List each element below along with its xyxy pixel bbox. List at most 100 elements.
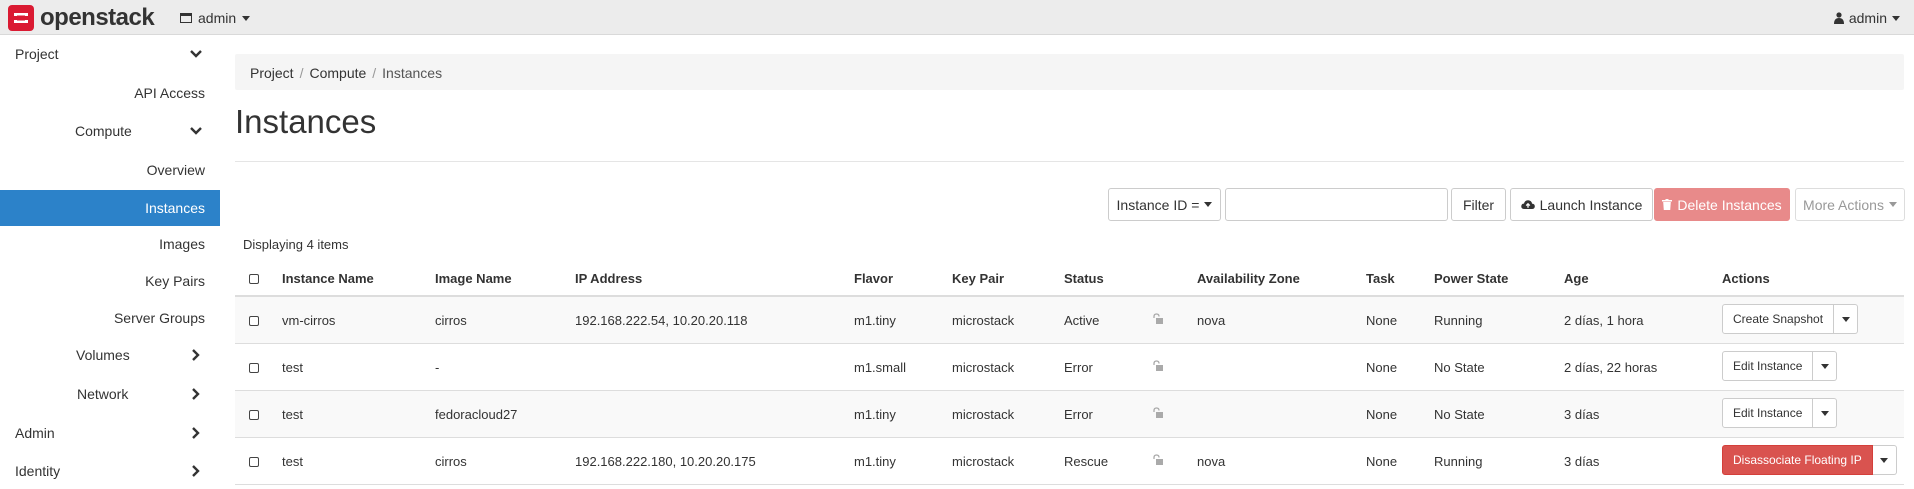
age: 2 días, 22 horas [1564, 360, 1658, 375]
key-pair: microstack [952, 360, 1015, 375]
row-checkbox[interactable] [249, 457, 259, 467]
image-name: - [435, 360, 440, 375]
chevron-down-icon [1820, 363, 1829, 369]
header-age[interactable]: Age [1564, 271, 1589, 286]
unlock-icon [1153, 454, 1163, 465]
chevron-right-icon [192, 465, 200, 477]
header-key-pair[interactable]: Key Pair [952, 271, 1004, 286]
header-flavor[interactable]: Flavor [854, 271, 893, 286]
sidebar-item-identity[interactable]: Identity [0, 453, 220, 489]
table-row: test - m1.small microstack Error None No… [235, 344, 1904, 391]
task: None [1366, 407, 1398, 422]
header-ip-address[interactable]: IP Address [575, 271, 642, 286]
delete-instances-button[interactable]: Delete Instances [1654, 188, 1790, 221]
sidebar-item-key-pairs[interactable]: Key Pairs [0, 263, 220, 299]
unlock-icon [1153, 407, 1163, 418]
instance-name-link[interactable]: vm-cirros [282, 313, 335, 328]
brand-name: openstack [40, 4, 155, 31]
row-actions: Create Snapshot [1722, 304, 1859, 334]
launch-instance-button[interactable]: Launch Instance [1510, 188, 1653, 221]
chevron-down-icon [1880, 457, 1889, 463]
page-title: Instances [235, 103, 377, 140]
sidebar-item-label: Images [159, 236, 205, 252]
actions-dropdown-toggle[interactable] [1834, 304, 1859, 334]
actions-dropdown-toggle[interactable] [1872, 445, 1897, 475]
sidebar-item-label: API Access [134, 85, 205, 101]
row-checkbox[interactable] [249, 316, 259, 326]
edit-instance-button[interactable]: Edit Instance [1722, 351, 1814, 381]
sidebar-item-label: Compute [75, 123, 132, 139]
ip-address: 192.168.222.180, 10.20.20.175 [575, 454, 756, 469]
instance-name-link[interactable]: test [282, 360, 303, 375]
openstack-logo-icon [8, 5, 34, 31]
breadcrumb-compute[interactable]: Compute [309, 65, 366, 81]
availability-zone: nova [1197, 313, 1226, 328]
header-power-state[interactable]: Power State [1434, 271, 1508, 286]
header-instance-name[interactable]: Instance Name [282, 271, 374, 286]
status: Error [1064, 360, 1093, 375]
user-dropdown[interactable]: admin [1833, 10, 1900, 26]
sidebar-item-admin[interactable]: Admin [0, 415, 220, 451]
project-dropdown[interactable]: admin [180, 10, 251, 26]
breadcrumb-project[interactable]: Project [250, 65, 294, 81]
cloud-upload-icon [1520, 200, 1535, 209]
sidebar-item-label: Network [77, 386, 129, 402]
instance-name-link[interactable]: test [282, 407, 303, 422]
flavor-link[interactable]: m1.small [854, 360, 906, 375]
select-all-checkbox[interactable] [249, 274, 259, 284]
actions-dropdown-toggle[interactable] [1813, 351, 1838, 381]
sidebar-item-network[interactable]: Network [0, 376, 220, 412]
row-checkbox[interactable] [249, 410, 259, 420]
image-name: fedoracloud27 [435, 407, 518, 422]
sidebar-item-compute[interactable]: Compute [0, 113, 220, 149]
header-availability-zone[interactable]: Availability Zone [1197, 271, 1300, 286]
user-icon [1833, 12, 1844, 24]
row-checkbox[interactable] [249, 363, 259, 373]
sidebar-item-server-groups[interactable]: Server Groups [0, 300, 220, 336]
trash-icon [1662, 199, 1673, 210]
top-navbar: openstack admin admin [0, 0, 1914, 35]
filter-button-label: Filter [1462, 196, 1495, 213]
key-pair: microstack [952, 407, 1015, 422]
status: Error [1064, 407, 1093, 422]
filter-button[interactable]: Filter [1451, 188, 1506, 221]
disassociate-floating-ip-button[interactable]: Disassociate Floating IP [1722, 445, 1873, 475]
sidebar-item-images[interactable]: Images [0, 226, 220, 262]
flavor-link[interactable]: m1.tiny [854, 407, 896, 422]
sidebar-item-instances[interactable]: Instances [0, 190, 220, 226]
table-row: vm-cirros cirros 192.168.222.54, 10.20.2… [235, 297, 1904, 344]
power-state: No State [1434, 407, 1485, 422]
chevron-down-icon [1892, 15, 1900, 21]
more-actions-button[interactable]: More Actions [1795, 188, 1905, 221]
unlock-icon [1153, 360, 1163, 371]
sidebar-item-api-access[interactable]: API Access [0, 75, 220, 111]
sidebar-item-volumes[interactable]: Volumes [0, 337, 220, 373]
sidebar-item-overview[interactable]: Overview [0, 152, 220, 188]
filter-field-label: Instance ID = [1116, 196, 1200, 213]
header-task[interactable]: Task [1366, 271, 1395, 286]
brand-logo[interactable]: openstack [8, 4, 155, 31]
row-actions: Disassociate Floating IP [1722, 445, 1897, 475]
flavor-link[interactable]: m1.tiny [854, 454, 896, 469]
status: Rescue [1064, 454, 1109, 469]
instance-name-link[interactable]: test [282, 454, 303, 469]
sidebar-item-label: Identity [15, 463, 61, 479]
sidebar-item-project[interactable]: Project [0, 36, 220, 72]
sidebar-item-label: Key Pairs [145, 273, 205, 289]
sidebar-item-label: Overview [146, 162, 205, 178]
create-snapshot-button[interactable]: Create Snapshot [1722, 304, 1835, 334]
unlock-icon [1153, 313, 1163, 324]
filter-field-dropdown[interactable]: Instance ID = [1108, 188, 1221, 221]
project-icon [180, 13, 192, 23]
power-state: Running [1434, 313, 1483, 328]
chevron-down-icon [242, 15, 251, 21]
header-status[interactable]: Status [1064, 271, 1104, 286]
actions-dropdown-toggle[interactable] [1813, 398, 1838, 428]
title-divider [235, 161, 1904, 162]
flavor-link[interactable]: m1.tiny [854, 313, 896, 328]
edit-instance-button[interactable]: Edit Instance [1722, 398, 1814, 428]
header-image-name[interactable]: Image Name [435, 271, 512, 286]
row-actions: Edit Instance [1722, 351, 1838, 381]
search-input[interactable] [1225, 188, 1448, 221]
availability-zone: nova [1197, 454, 1226, 469]
